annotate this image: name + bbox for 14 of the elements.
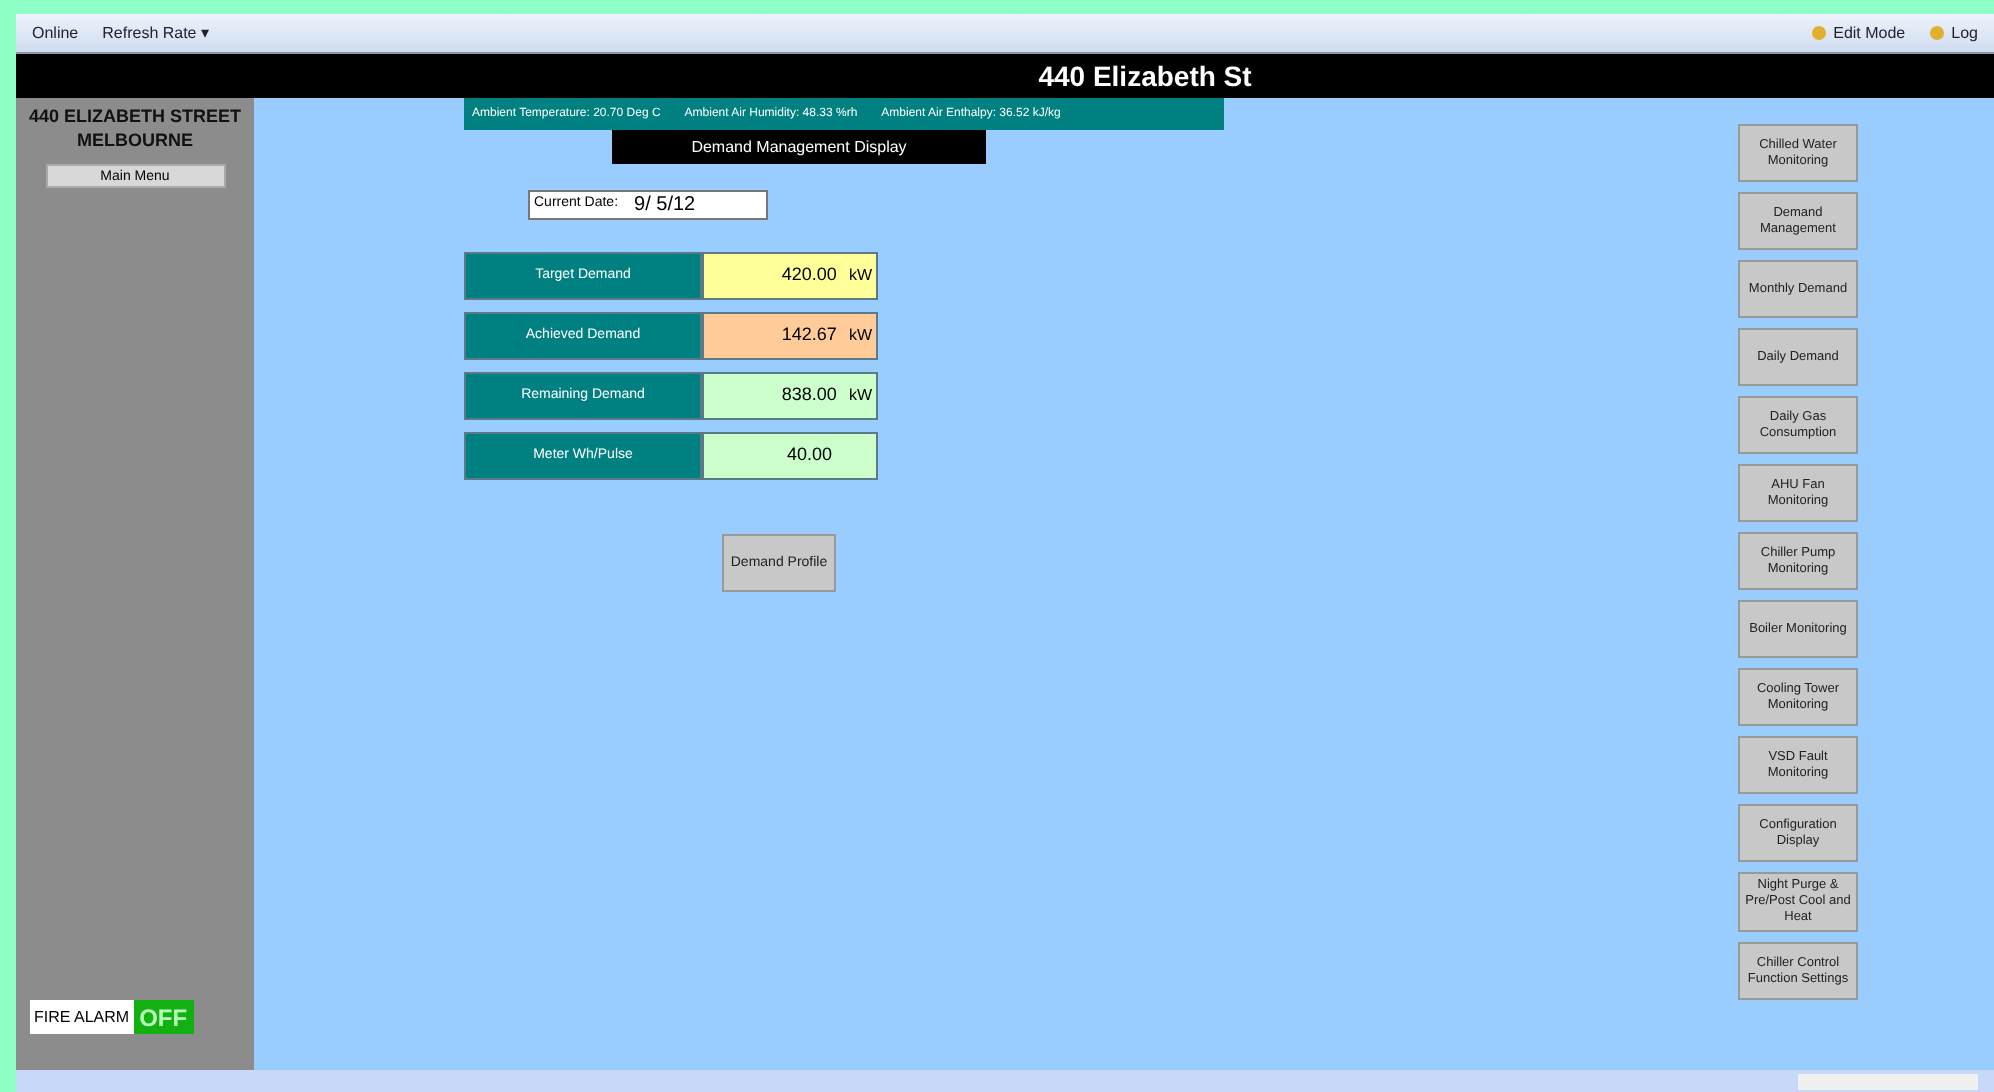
fire-alarm-label: FIRE ALARM [30,1000,134,1034]
current-date-value: 9/ 5/12 [634,192,696,220]
reading-value: 142.67 kW [702,312,878,360]
site-name: 440 ELIZABETH STREET MELBOURNE [26,104,244,152]
toolbar-menu-item[interactable]: Online [32,21,79,45]
display-title: Demand Management Display [612,130,986,164]
reading-value: 40.00 [702,432,878,480]
reading-value: 838.00 kW [702,372,878,420]
window-title: 440 Elizabeth St [1036,57,1252,95]
reading-value: 420.00 kW [702,252,878,300]
toolbar-link[interactable]: Edit Mode [1811,21,1906,45]
toolbar-link[interactable]: Log [1929,21,1978,45]
toolbar-menu-item[interactable]: Refresh Rate ▾ [102,21,209,45]
fire-alarm-status: OFF [133,1000,194,1034]
